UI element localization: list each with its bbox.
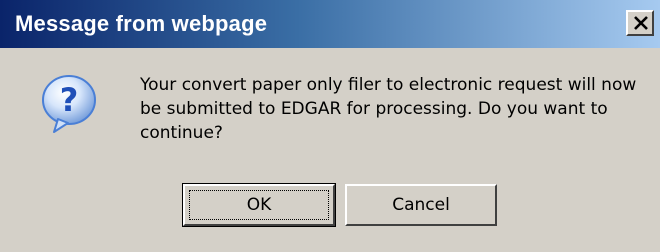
cancel-button-label: Cancel xyxy=(392,195,450,215)
close-icon xyxy=(634,16,648,30)
cancel-button[interactable]: Cancel xyxy=(345,184,497,226)
dialog-message: Your convert paper only filer to electro… xyxy=(140,75,637,143)
question-icon: ? xyxy=(40,74,98,136)
focus-rectangle xyxy=(189,190,329,220)
close-button[interactable] xyxy=(626,10,654,36)
title-bar[interactable]: Message from webpage xyxy=(0,0,660,48)
message-dialog: Message from webpage ? Your convert pape… xyxy=(0,0,660,252)
svg-text:?: ? xyxy=(60,81,79,119)
ok-button[interactable]: OK xyxy=(182,183,336,227)
dialog-title: Message from webpage xyxy=(15,11,268,36)
